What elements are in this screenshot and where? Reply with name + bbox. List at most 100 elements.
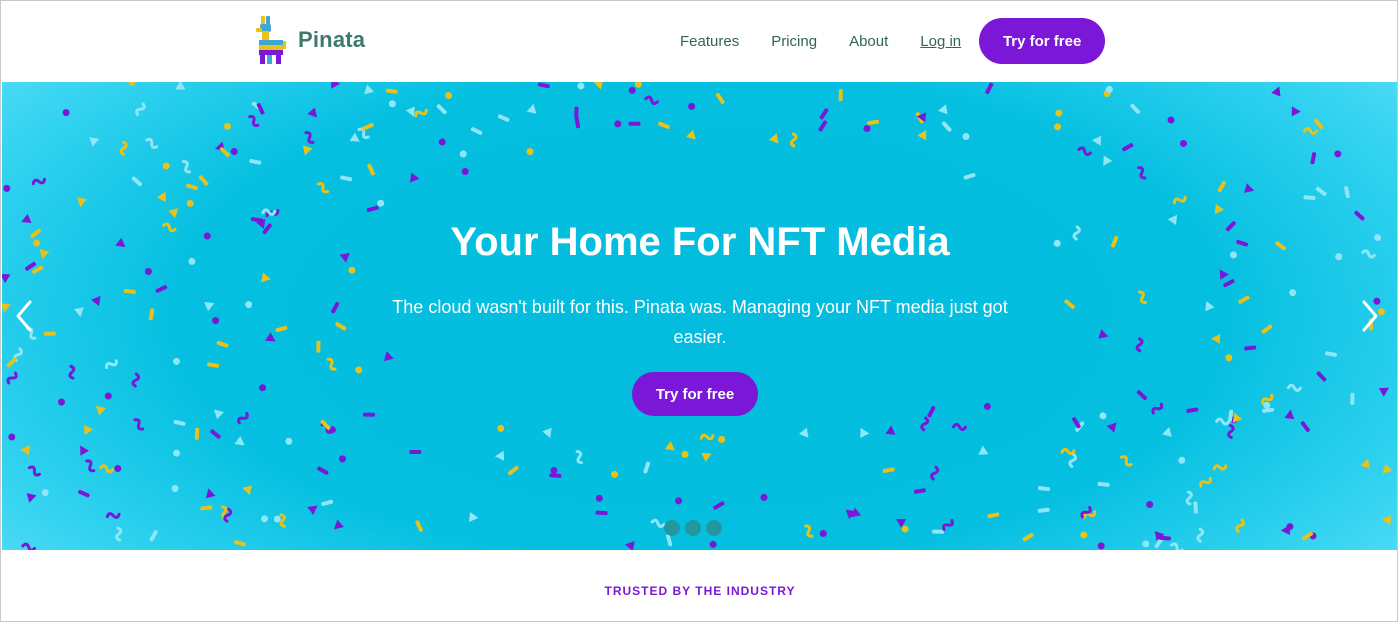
confetti-piece — [713, 501, 725, 510]
confetti-piece — [99, 464, 115, 474]
confetti-piece — [58, 398, 65, 406]
nav-link-about[interactable]: About — [849, 33, 888, 50]
confetti-piece — [385, 88, 398, 94]
confetti-piece — [1316, 371, 1327, 382]
header-try-free-button[interactable]: Try for free — [979, 18, 1106, 64]
confetti-piece — [688, 102, 696, 110]
confetti-piece — [237, 412, 249, 425]
confetti-piece — [212, 317, 220, 325]
confetti-piece — [245, 301, 253, 309]
carousel-dot-3[interactable] — [706, 520, 722, 536]
confetti-piece — [1122, 143, 1134, 152]
confetti-piece — [340, 175, 353, 182]
confetti-piece — [261, 208, 277, 216]
confetti-piece — [985, 82, 994, 95]
confetti-piece — [932, 529, 945, 534]
confetti-piece — [85, 459, 96, 473]
confetti-piece — [1103, 155, 1113, 166]
confetti-piece — [168, 208, 179, 219]
confetti-piece — [1136, 390, 1148, 401]
confetti-piece — [145, 137, 159, 149]
confetti-piece — [1097, 542, 1105, 550]
confetti-piece — [863, 125, 871, 132]
confetti-piece — [575, 449, 583, 465]
confetti-piece — [818, 120, 828, 132]
confetti-piece — [1262, 407, 1275, 413]
confetti-piece — [1244, 345, 1257, 351]
confetti-piece — [650, 518, 666, 528]
carousel-dot-2[interactable] — [685, 520, 701, 536]
hero-subtitle: The cloud wasn't built for this. Pinata … — [392, 297, 1008, 347]
confetti-piece — [1196, 527, 1205, 543]
confetti-piece — [1055, 109, 1063, 117]
confetti-piece — [658, 121, 670, 129]
confetti-piece — [526, 148, 534, 156]
nav-link-features[interactable]: Features — [680, 33, 739, 50]
confetti-piece — [549, 473, 562, 478]
nav-link-pricing[interactable]: Pricing — [771, 33, 817, 50]
confetti-piece — [1261, 324, 1273, 334]
confetti-piece — [789, 132, 798, 148]
confetti-piece — [917, 130, 927, 141]
confetti-piece — [326, 357, 337, 371]
confetti-piece — [114, 465, 122, 472]
confetti-piece — [860, 427, 870, 439]
brand-logo[interactable]: Pinata — [252, 14, 365, 66]
confetti-piece — [1291, 106, 1301, 117]
carousel-indicators — [664, 520, 722, 536]
confetti-piece — [1142, 540, 1150, 548]
confetti-piece — [1238, 295, 1250, 304]
confetti-piece — [882, 467, 895, 473]
confetti-piece — [978, 445, 989, 455]
confetti-piece — [1334, 150, 1342, 158]
confetti-piece — [62, 109, 70, 117]
confetti-piece — [175, 82, 186, 90]
confetti-piece — [1214, 204, 1224, 215]
confetti-piece — [204, 302, 215, 312]
confetti-piece — [1080, 531, 1088, 539]
confetti-piece — [186, 199, 194, 207]
confetti-piece — [73, 307, 84, 318]
confetti-piece — [628, 121, 641, 126]
confetti-piece — [468, 512, 479, 522]
confetti-piece — [367, 163, 375, 176]
confetti-piece — [89, 137, 100, 147]
confetti-piece — [1235, 518, 1245, 533]
confetti-piece — [123, 288, 136, 294]
confetti-piece — [1244, 183, 1255, 193]
confetti-piece — [144, 268, 152, 275]
confetti-piece — [213, 409, 224, 420]
confetti-piece — [1211, 333, 1221, 344]
confetti-piece — [804, 524, 814, 538]
confetti-piece — [8, 433, 16, 441]
confetti-piece — [1151, 402, 1164, 415]
hero-try-free-button[interactable]: Try for free — [632, 372, 758, 416]
carousel-dot-1[interactable] — [664, 520, 680, 536]
confetti-piece — [317, 466, 329, 475]
confetti-piece — [210, 429, 221, 439]
confetti-piece — [1178, 456, 1186, 464]
confetti-piece — [355, 366, 363, 374]
confetti-piece — [26, 493, 37, 503]
confetti-piece — [223, 122, 231, 130]
confetti-piece — [798, 427, 809, 438]
confetti-piece — [20, 445, 30, 456]
brand-name: Pinata — [298, 27, 366, 52]
confetti-piece — [715, 92, 725, 105]
confetti-piece — [1185, 490, 1193, 506]
confetti-piece — [1223, 279, 1235, 288]
confetti-piece — [219, 147, 230, 158]
confetti-piece — [149, 530, 158, 542]
confetti-piece — [941, 121, 952, 132]
chevron-left-icon[interactable] — [8, 296, 40, 336]
confetti-piece — [643, 461, 651, 474]
confetti-piece — [119, 140, 128, 156]
login-link[interactable]: Log in — [920, 33, 961, 50]
confetti-piece — [867, 119, 880, 126]
confetti-piece — [819, 108, 829, 120]
confetti-piece — [1120, 455, 1133, 467]
confetti-piece — [1068, 453, 1078, 468]
confetti-piece — [1344, 186, 1350, 199]
chevron-right-icon[interactable] — [1354, 296, 1386, 336]
confetti-piece — [1199, 476, 1212, 488]
